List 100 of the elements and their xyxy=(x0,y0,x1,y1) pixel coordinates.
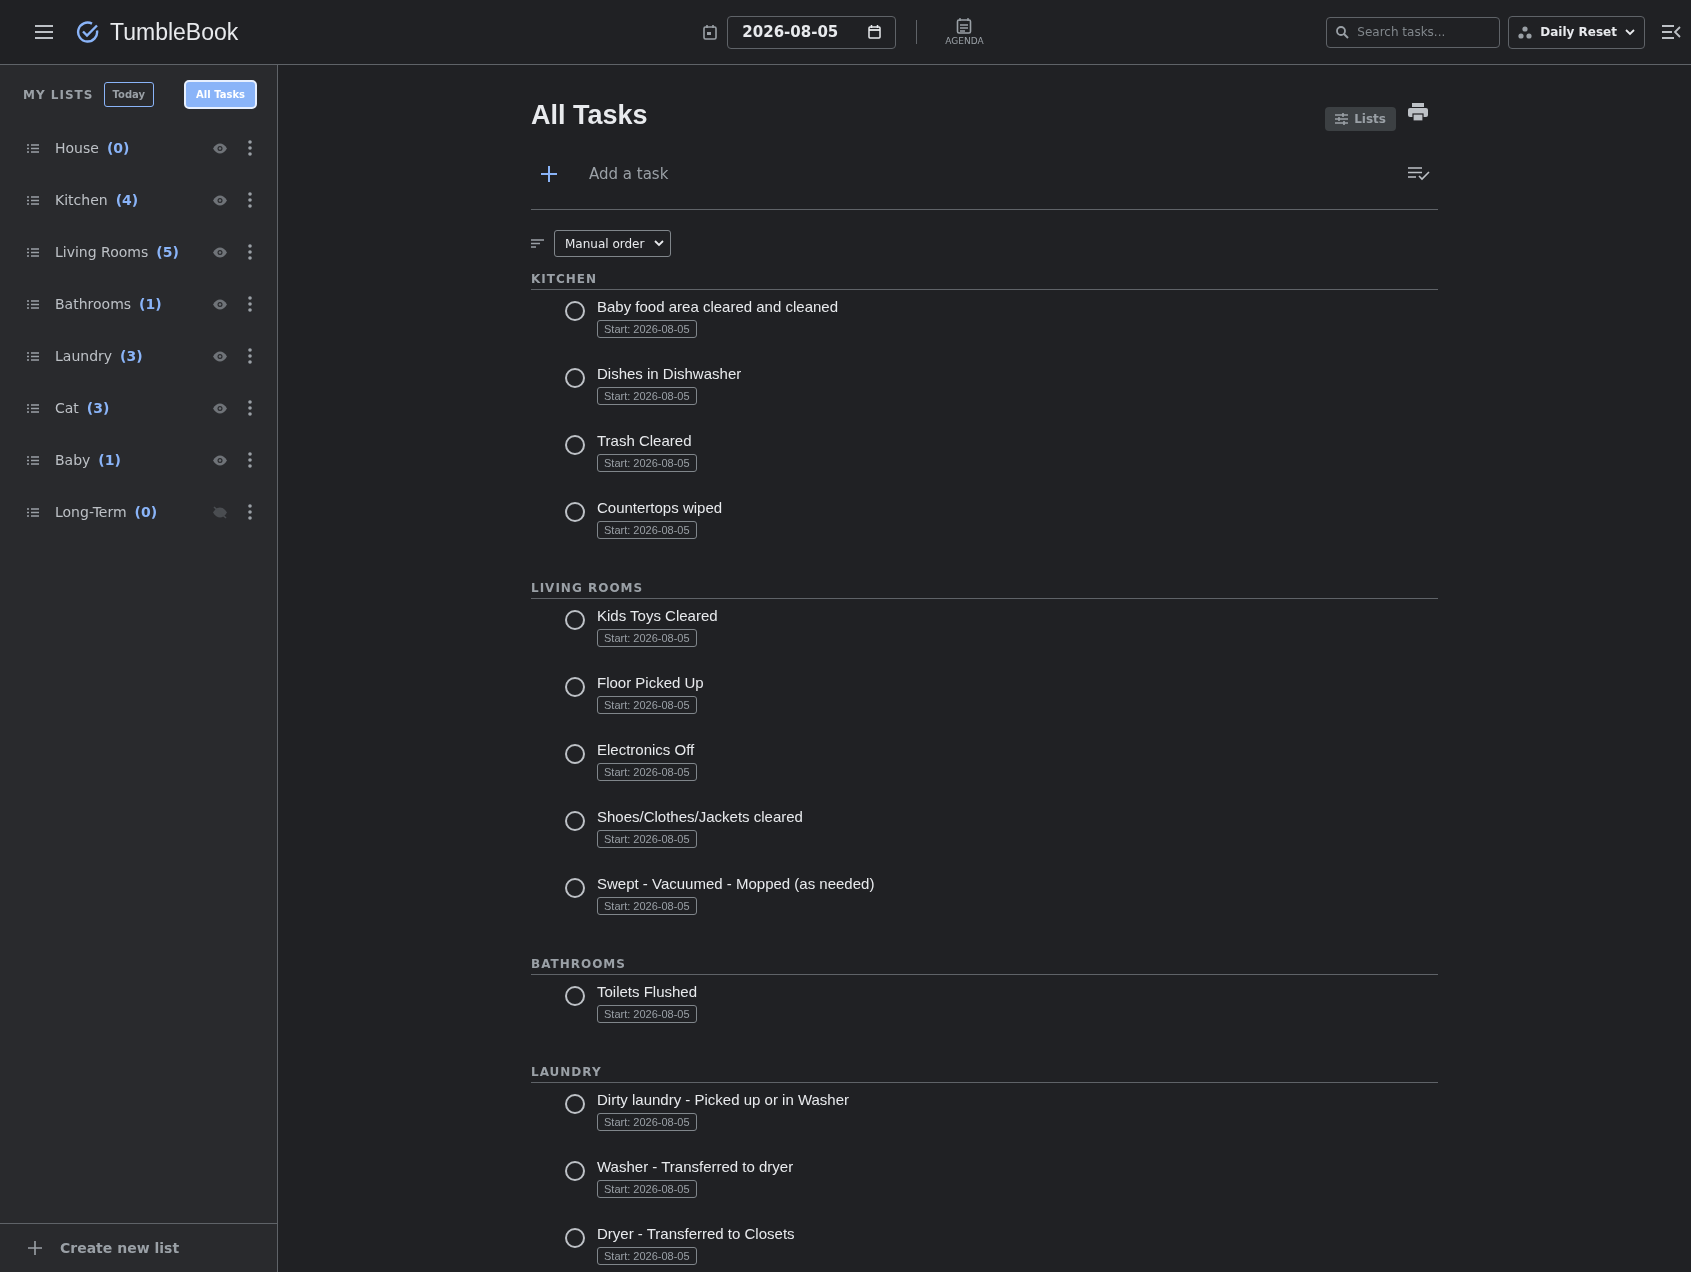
filter-tab[interactable]: Today xyxy=(103,82,155,107)
list-icon xyxy=(27,247,39,257)
task-count: (3) xyxy=(86,400,110,416)
task-count: (5) xyxy=(156,244,179,260)
task-checkbox[interactable] xyxy=(565,811,585,831)
task-title[interactable]: Shoes/Clothes/Jackets cleared xyxy=(597,808,803,825)
task-title[interactable]: Floor Picked Up xyxy=(597,674,704,691)
dots-icon xyxy=(1518,25,1533,39)
list-name[interactable]: Long-Term xyxy=(55,504,127,520)
start-date-tag: Start: 2026-08-05 xyxy=(597,1005,697,1023)
task-title[interactable]: Kids Toys Cleared xyxy=(597,607,718,624)
section-heading: LIVING ROOMS xyxy=(531,581,1438,599)
list-icon xyxy=(27,143,39,153)
eye-icon[interactable] xyxy=(212,142,228,154)
task-title[interactable]: Countertops wiped xyxy=(597,499,723,516)
page-title: All Tasks xyxy=(531,99,648,131)
task-checkbox[interactable] xyxy=(565,986,585,1006)
list-icon xyxy=(27,455,39,465)
task-title[interactable]: Baby food area cleared and cleaned xyxy=(597,298,838,315)
task-count: (3) xyxy=(120,348,143,364)
plus-icon xyxy=(28,1241,42,1255)
task-checkbox[interactable] xyxy=(565,502,585,522)
section-heading: KITCHEN xyxy=(531,272,1438,290)
eye-icon[interactable] xyxy=(212,402,228,414)
task-count: (0) xyxy=(134,504,158,520)
date-field[interactable]: 2026-08-05 xyxy=(727,15,897,49)
check-circle-icon xyxy=(76,20,100,44)
agenda-button[interactable]: AGENDA xyxy=(937,18,992,46)
task-title[interactable]: Dirty laundry - Picked up or in Washer xyxy=(597,1091,850,1108)
lists-button[interactable]: Lists xyxy=(1325,107,1396,131)
more-options-icon[interactable] xyxy=(248,400,252,416)
create-list-button[interactable]: Create new list xyxy=(0,1223,277,1272)
chevron-down-icon xyxy=(1625,28,1635,36)
task-checkbox[interactable] xyxy=(565,610,585,630)
eye-icon[interactable] xyxy=(212,350,228,362)
add-task-field[interactable]: Add a task xyxy=(587,164,1378,184)
task-title[interactable]: Washer - Transferred to dryer xyxy=(597,1158,794,1175)
task-checkbox[interactable] xyxy=(565,368,585,388)
more-options-icon[interactable] xyxy=(248,244,252,260)
search-icon xyxy=(1336,25,1350,39)
task-title[interactable]: Swept - Vacuumed - Mopped (as needed) xyxy=(597,875,875,892)
calendar-icon[interactable] xyxy=(703,24,718,40)
start-date-tag: Start: 2026-08-05 xyxy=(597,763,697,781)
start-date-tag: Start: 2026-08-05 xyxy=(597,897,697,915)
task-checkbox[interactable] xyxy=(565,744,585,764)
start-date-tag: Start: 2026-08-05 xyxy=(597,696,697,714)
section-heading: MY LISTS xyxy=(23,87,95,102)
section-heading: BATHROOMS xyxy=(531,957,1438,975)
more-options-icon[interactable] xyxy=(248,140,252,156)
list-name[interactable]: House xyxy=(55,140,99,156)
collapse-menu-icon[interactable] xyxy=(1661,25,1681,39)
eye-icon[interactable] xyxy=(212,246,228,258)
list-name[interactable]: Baby xyxy=(55,452,91,468)
sliders-icon xyxy=(1335,113,1349,125)
plus-icon[interactable] xyxy=(541,166,557,182)
more-options-icon[interactable] xyxy=(248,504,252,520)
search-field[interactable]: Search tasks... xyxy=(1326,16,1501,48)
daily-reset-button[interactable]: Daily Reset xyxy=(1508,15,1645,49)
list-name[interactable]: Living Rooms xyxy=(55,244,149,260)
task-checkbox[interactable] xyxy=(565,1094,585,1114)
task-checkbox[interactable] xyxy=(565,301,585,321)
more-options-icon[interactable] xyxy=(248,452,252,468)
sort-dropdown[interactable]: Manual order xyxy=(554,230,672,257)
menu-icon[interactable] xyxy=(34,24,54,40)
task-checkbox[interactable] xyxy=(565,878,585,898)
task-title[interactable]: Dishes in Dishwasher xyxy=(597,365,742,382)
print-icon[interactable] xyxy=(1408,103,1428,121)
list-icon xyxy=(27,507,39,517)
start-date-tag: Start: 2026-08-05 xyxy=(597,320,697,338)
list-name[interactable]: Bathrooms xyxy=(55,296,132,312)
app-name: TumbleBook xyxy=(110,18,239,46)
more-options-icon[interactable] xyxy=(248,296,252,312)
task-count: (4) xyxy=(115,192,139,208)
task-checkbox[interactable] xyxy=(565,435,585,455)
start-date-tag: Start: 2026-08-05 xyxy=(597,830,697,848)
task-checkbox[interactable] xyxy=(565,1228,585,1248)
list-name[interactable]: Cat xyxy=(55,400,79,416)
task-checkbox[interactable] xyxy=(565,677,585,697)
more-options-icon[interactable] xyxy=(248,192,252,208)
eye-icon[interactable] xyxy=(212,194,228,206)
start-date-tag: Start: 2026-08-05 xyxy=(597,1180,697,1198)
task-count: (0) xyxy=(106,140,130,156)
task-count: (1) xyxy=(139,296,162,312)
task-title[interactable]: Toilets Flushed xyxy=(597,983,698,1000)
start-date-tag: Start: 2026-08-05 xyxy=(597,387,697,405)
list-icon xyxy=(27,299,39,309)
more-options-icon[interactable] xyxy=(248,348,252,364)
start-date-tag: Start: 2026-08-05 xyxy=(597,1247,697,1265)
list-name[interactable]: Kitchen xyxy=(55,192,108,208)
task-title[interactable]: Trash Cleared xyxy=(597,432,692,449)
chevron-down-icon xyxy=(654,240,665,247)
list-icon xyxy=(27,195,39,205)
eye-icon[interactable] xyxy=(212,298,228,310)
list-name[interactable]: Laundry xyxy=(55,348,113,364)
checklist-icon[interactable] xyxy=(1408,167,1430,181)
task-title[interactable]: Dryer - Transferred to Closets xyxy=(597,1225,795,1242)
start-date-tag: Start: 2026-08-05 xyxy=(597,629,697,647)
task-title[interactable]: Electronics Off xyxy=(597,741,695,758)
eye-icon[interactable] xyxy=(212,454,228,466)
task-checkbox[interactable] xyxy=(565,1161,585,1181)
